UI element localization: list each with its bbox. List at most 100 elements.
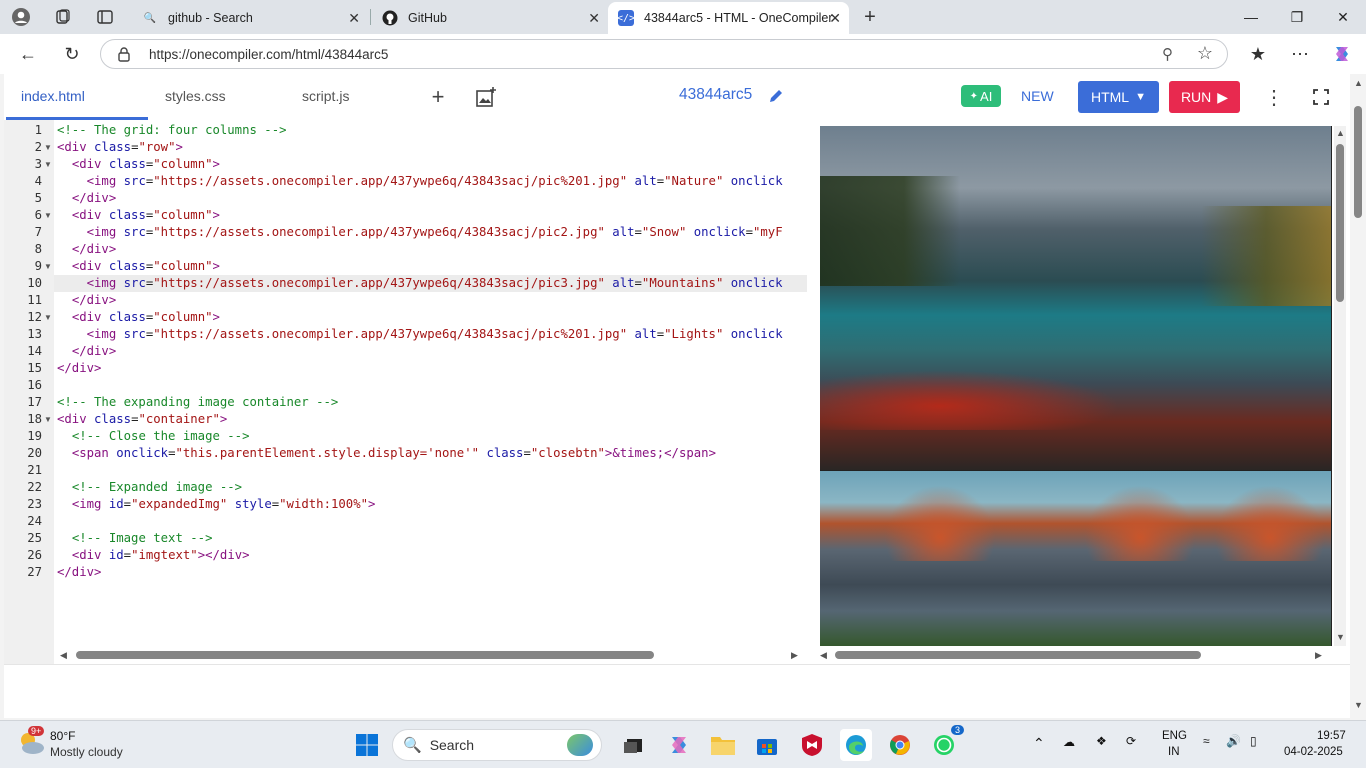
url-bar[interactable]: https://onecompiler.com/html/43844arc5 ⚲… xyxy=(100,39,1228,69)
taskbar-search[interactable]: 🔍 Search xyxy=(392,729,602,761)
file-explorer-icon[interactable] xyxy=(707,729,739,761)
clock-date[interactable]: 04-02-2025 xyxy=(1284,746,1343,758)
code-line[interactable]: <div id="imgtext"></div> xyxy=(57,547,250,564)
scroll-right-icon[interactable]: ▶ xyxy=(791,650,798,661)
code-line[interactable]: </div> xyxy=(57,241,116,258)
code-line[interactable]: </div> xyxy=(57,360,101,377)
onedrive-sync-icon[interactable]: ☁ xyxy=(1063,735,1075,749)
region-indicator[interactable]: IN xyxy=(1168,746,1180,758)
weather-desc[interactable]: Mostly cloudy xyxy=(50,745,123,759)
code-line[interactable]: <div class="row"> xyxy=(57,139,183,156)
code-line[interactable]: <div class="column"> xyxy=(57,156,220,173)
code-line[interactable]: </div> xyxy=(57,292,116,309)
close-window-icon[interactable]: ✕ xyxy=(1320,0,1366,34)
task-view-icon[interactable] xyxy=(617,729,649,761)
fold-toggle-icon[interactable]: ▼ xyxy=(44,313,52,322)
weather-temp[interactable]: 80°F xyxy=(50,729,75,743)
new-tab-icon[interactable]: + xyxy=(857,5,883,29)
refresh-icon[interactable]: ↻ xyxy=(58,40,86,68)
file-tab-script-js[interactable]: script.js xyxy=(302,88,349,104)
new-button[interactable]: NEW xyxy=(1021,88,1054,104)
scrollbar-thumb[interactable] xyxy=(1354,106,1362,218)
code-line[interactable]: <!-- The expanding image container --> xyxy=(57,394,338,411)
fold-toggle-icon[interactable]: ▼ xyxy=(44,160,52,169)
show-hidden-icons-icon[interactable]: ⌃ xyxy=(1033,735,1045,752)
scroll-up-icon[interactable]: ▲ xyxy=(1354,78,1363,88)
code-line[interactable]: <div class="column"> xyxy=(57,258,220,275)
code-line[interactable]: </div> xyxy=(57,190,116,207)
battery-icon[interactable]: ▯ xyxy=(1250,734,1257,748)
file-tab-index-html[interactable]: index.html xyxy=(21,88,85,104)
code-line[interactable]: <!-- Image text --> xyxy=(57,530,213,547)
restore-icon[interactable]: ❐ xyxy=(1274,0,1320,34)
url-text[interactable]: https://onecompiler.com/html/43844arc5 xyxy=(149,47,388,62)
code-line[interactable]: <div class="column"> xyxy=(57,309,220,326)
run-button[interactable]: RUN ▶ xyxy=(1169,81,1240,113)
chrome-icon[interactable] xyxy=(884,729,916,761)
clock-time[interactable]: 19:57 xyxy=(1317,730,1346,742)
scroll-down-icon[interactable]: ▼ xyxy=(1336,632,1345,642)
ai-button[interactable]: ✦ AI xyxy=(961,85,1001,107)
scroll-right-icon[interactable]: ▶ xyxy=(1315,650,1322,661)
scroll-left-icon[interactable]: ◀ xyxy=(60,650,67,661)
volume-icon[interactable]: 🔊 xyxy=(1226,734,1241,748)
site-info-icon[interactable] xyxy=(117,46,131,65)
edge-icon[interactable] xyxy=(840,729,872,761)
mcafee-icon[interactable] xyxy=(796,729,828,761)
more-menu-icon[interactable]: ⋯ xyxy=(1286,40,1314,68)
sync-icon[interactable]: ⟳ xyxy=(1126,734,1136,748)
fold-toggle-icon[interactable]: ▼ xyxy=(44,262,52,271)
back-icon[interactable]: ← xyxy=(14,40,42,68)
editor-horizontal-scrollbar[interactable] xyxy=(76,651,654,659)
copilot-taskbar-icon[interactable] xyxy=(663,729,695,761)
wifi-icon[interactable]: ≈ xyxy=(1203,734,1210,748)
favorite-star-icon[interactable]: ☆ xyxy=(1197,43,1213,64)
scroll-down-icon[interactable]: ▼ xyxy=(1354,700,1363,710)
workspaces-icon[interactable] xyxy=(50,5,76,29)
close-tab-icon[interactable]: ✕ xyxy=(348,10,360,27)
language-dropdown[interactable]: HTML ▼ xyxy=(1078,81,1159,113)
code-line[interactable]: <!-- The grid: four columns --> xyxy=(57,122,287,139)
code-line[interactable]: <!-- Expanded image --> xyxy=(57,479,242,496)
code-line[interactable]: <img src="https://assets.onecompiler.app… xyxy=(57,275,783,292)
code-line[interactable]: <img src="https://assets.onecompiler.app… xyxy=(57,326,783,343)
page-vertical-scrollbar[interactable]: ▲ ▼ xyxy=(1350,74,1366,718)
close-tab-icon[interactable]: ✕ xyxy=(829,10,841,27)
project-name[interactable]: 43844arc5 xyxy=(679,86,752,104)
code-editor[interactable]: 1 2 ▼ 3 ▼ 4 5 6 ▼ 7 8 9 ▼ 10 11 12 ▼ 13 14 15 16 17 18 ▼ 19 20 21 2… xyxy=(4,120,807,664)
close-tab-icon[interactable]: ✕ xyxy=(588,10,600,27)
fullscreen-icon[interactable] xyxy=(1310,86,1332,108)
key-icon[interactable]: ⚲ xyxy=(1162,45,1173,63)
windows-start-icon[interactable] xyxy=(351,729,383,761)
tab-github[interactable]: GitHub ✕ xyxy=(372,2,608,34)
code-line[interactable]: </div> xyxy=(57,343,116,360)
code-line[interactable]: <div class="column"> xyxy=(57,207,220,224)
add-image-icon[interactable] xyxy=(474,85,498,109)
weather-icon[interactable]: 9+ xyxy=(16,726,46,760)
code-line[interactable]: </div> xyxy=(57,564,101,581)
scroll-up-icon[interactable]: ▲ xyxy=(1336,128,1345,138)
preview-vertical-scrollbar[interactable]: ▲ ▼ xyxy=(1334,126,1346,646)
scroll-left-icon[interactable]: ◀ xyxy=(820,650,827,661)
preview-image-nature[interactable] xyxy=(820,126,1331,470)
edit-pencil-icon[interactable] xyxy=(766,86,786,106)
code-line[interactable]: <img src="https://assets.onecompiler.app… xyxy=(57,224,783,241)
fold-toggle-icon[interactable]: ▼ xyxy=(44,211,52,220)
code-line[interactable]: <span onclick="this.parentElement.style.… xyxy=(57,445,716,462)
code-line[interactable]: <div class="container"> xyxy=(57,411,227,428)
fold-toggle-icon[interactable]: ▼ xyxy=(44,143,52,152)
preview-image-snow[interactable] xyxy=(820,471,1331,646)
language-indicator[interactable]: ENG xyxy=(1162,730,1187,742)
copilot-icon[interactable] xyxy=(1328,40,1356,68)
code-line[interactable]: <img id="expandedImg" style="width:100%"… xyxy=(57,496,376,513)
code-line[interactable]: <!-- Close the image --> xyxy=(57,428,250,445)
microsoft-store-icon[interactable] xyxy=(751,729,783,761)
minimize-icon[interactable]: — xyxy=(1228,0,1274,34)
kebab-menu-icon[interactable]: ⋮ xyxy=(1264,86,1284,109)
dropbox-icon[interactable]: ❖ xyxy=(1096,734,1107,748)
whatsapp-icon[interactable]: 3 xyxy=(928,725,964,761)
profile-icon[interactable] xyxy=(8,5,34,29)
tab-github-search[interactable]: 🔍 github - Search ✕ xyxy=(132,2,368,34)
tab-onecompiler[interactable]: </> 43844arc5 - HTML - OneCompiler ✕ xyxy=(608,2,849,34)
preview-horizontal-scrollbar[interactable] xyxy=(835,651,1201,659)
